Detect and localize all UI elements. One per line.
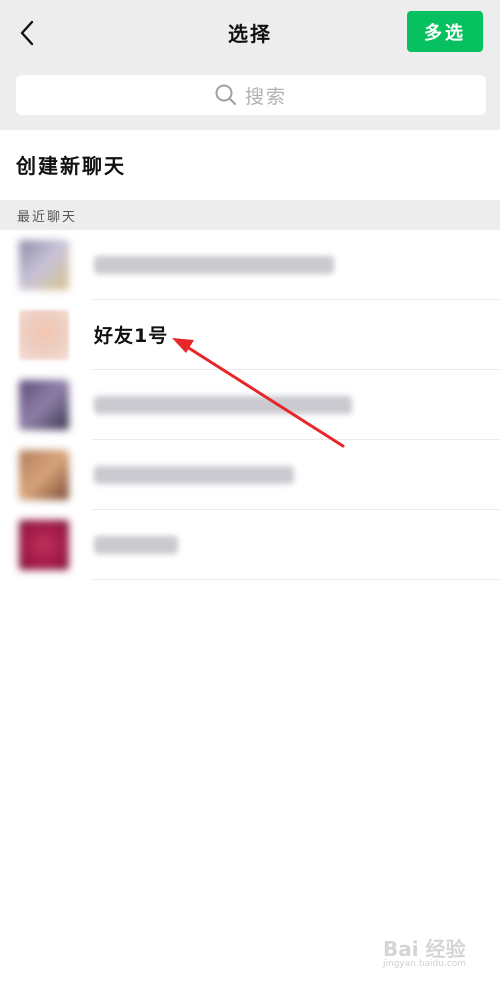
blurred-chat-name [94, 396, 352, 414]
blurred-chat-name [94, 466, 294, 484]
watermark-url: jingyan.baidu.com [383, 959, 467, 969]
search-placeholder: 搜索 [244, 85, 287, 108]
create-new-chat-item[interactable]: 创建新聊天 [0, 130, 500, 198]
avatar [19, 380, 69, 430]
chevron-left-icon [20, 20, 34, 46]
blurred-chat-name [94, 256, 334, 274]
avatar [19, 310, 69, 360]
top-bar: 选择 多选 搜索 [0, 0, 500, 130]
avatar [19, 450, 69, 500]
back-button[interactable] [12, 16, 42, 50]
chat-row-blurred[interactable] [0, 440, 500, 510]
avatar [19, 240, 69, 290]
chat-row-blurred[interactable] [0, 230, 500, 300]
recent-chats-label: 最近聊天 [17, 209, 78, 225]
row-divider [92, 579, 500, 580]
create-new-chat-label: 创建新聊天 [16, 153, 126, 178]
multi-select-button[interactable]: 多选 [407, 11, 483, 52]
search-icon [215, 84, 236, 105]
chat-name: 好友1号 [94, 325, 169, 347]
blurred-chat-name [94, 536, 178, 554]
chat-row-blurred[interactable] [0, 370, 500, 440]
watermark-logo: Bai 经验 [383, 937, 466, 961]
search-input[interactable]: 搜索 [16, 75, 486, 115]
recent-chat-list: 好友1号 [0, 230, 500, 580]
avatar [19, 520, 69, 570]
baidu-jingyan-watermark: Bai 经验 jingyan.baidu.com [383, 925, 483, 973]
chat-row-friend-1[interactable]: 好友1号 [0, 300, 500, 370]
chat-row-blurred[interactable] [0, 510, 500, 580]
recent-chats-header: 最近聊天 [0, 200, 500, 230]
